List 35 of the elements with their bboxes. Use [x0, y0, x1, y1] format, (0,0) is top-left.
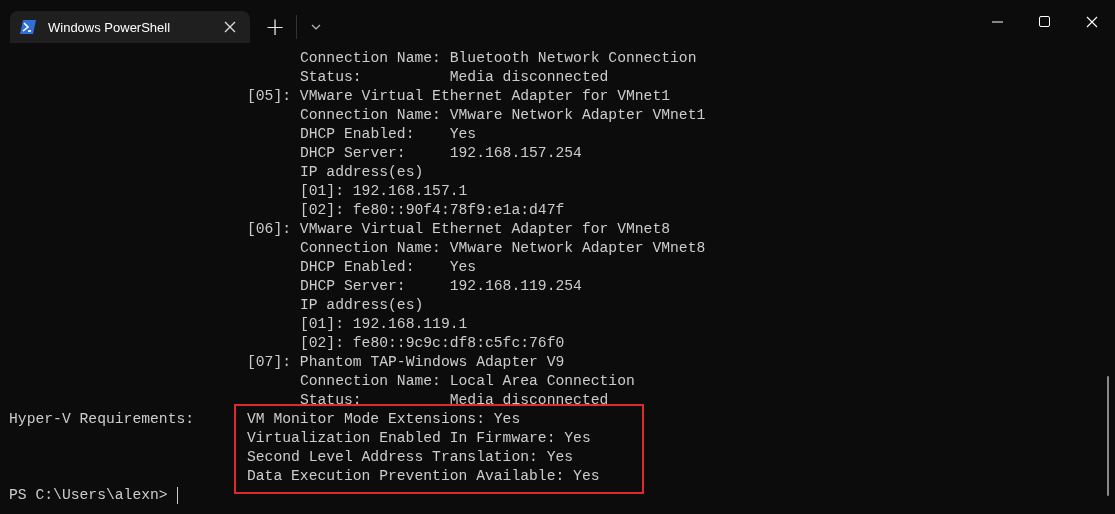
tab-title: Windows PowerShell [48, 19, 172, 35]
close-tab-icon[interactable] [222, 19, 238, 35]
output-line: [06]: VMware Virtual Ethernet Adapter for VMnet8 [247, 221, 671, 237]
output-line: DHCP Enabled: Yes [299, 126, 477, 142]
output-line: IP address(es) [299, 297, 424, 313]
output-line: Status: Media disconnected [299, 69, 609, 85]
close-icon[interactable] [1085, 15, 1098, 28]
minimize-icon[interactable] [992, 20, 1003, 23]
command-prompt: PS C:\Users\alexn> [9, 486, 168, 505]
scrollbar[interactable] [1107, 376, 1109, 496]
output-line: VM Monitor Mode Extensions: Yes [246, 410, 522, 429]
output-line: DHCP Enabled: Yes [299, 259, 477, 275]
output-line: Virtualization Enabled In Firmware: Yes [246, 429, 592, 448]
powershell-icon [20, 20, 36, 34]
output-line: [02]: fe80::90f4:78f9:e1a:d47f [299, 202, 565, 218]
output-line: Connection Name: Bluetooth Network Connection [299, 50, 697, 66]
output-line: Connection Name: Local Area Connection [299, 373, 635, 389]
text-cursor [176, 487, 178, 504]
terminal-tab[interactable]: Windows PowerShell [10, 11, 250, 43]
output-line: IP address(es) [299, 164, 424, 180]
output-line: [05]: VMware Virtual Ethernet Adapter for VMnet1 [247, 88, 671, 104]
output-line: Status: Media disconnected [299, 392, 609, 408]
output-line: [01]: 192.168.119.1 [299, 316, 468, 332]
output-line: [07]: Phantom TAP-Windows Adapter V9 [247, 354, 565, 370]
output-line: DHCP Server: 192.168.157.254 [299, 145, 582, 161]
output-line: Connection Name: VMware Network Adapter VMnet1 [299, 107, 706, 123]
output-line: [02]: fe80::9c9c:df8:c5fc:76f0 [299, 335, 565, 351]
output-line: [01]: 192.168.157.1 [299, 183, 468, 199]
output-line: DHCP Server: 192.168.119.254 [299, 278, 582, 294]
output-line: Connection Name: VMware Network Adapter VMnet8 [299, 240, 706, 256]
output-line: Data Execution Prevention Available: Yes [246, 467, 600, 486]
maximize-icon[interactable] [1039, 16, 1050, 27]
output-line: Hyper-V Requirements: [9, 410, 196, 429]
new-tab-button[interactable]: + [258, 11, 292, 43]
output-line: Second Level Address Translation: Yes [246, 448, 575, 467]
